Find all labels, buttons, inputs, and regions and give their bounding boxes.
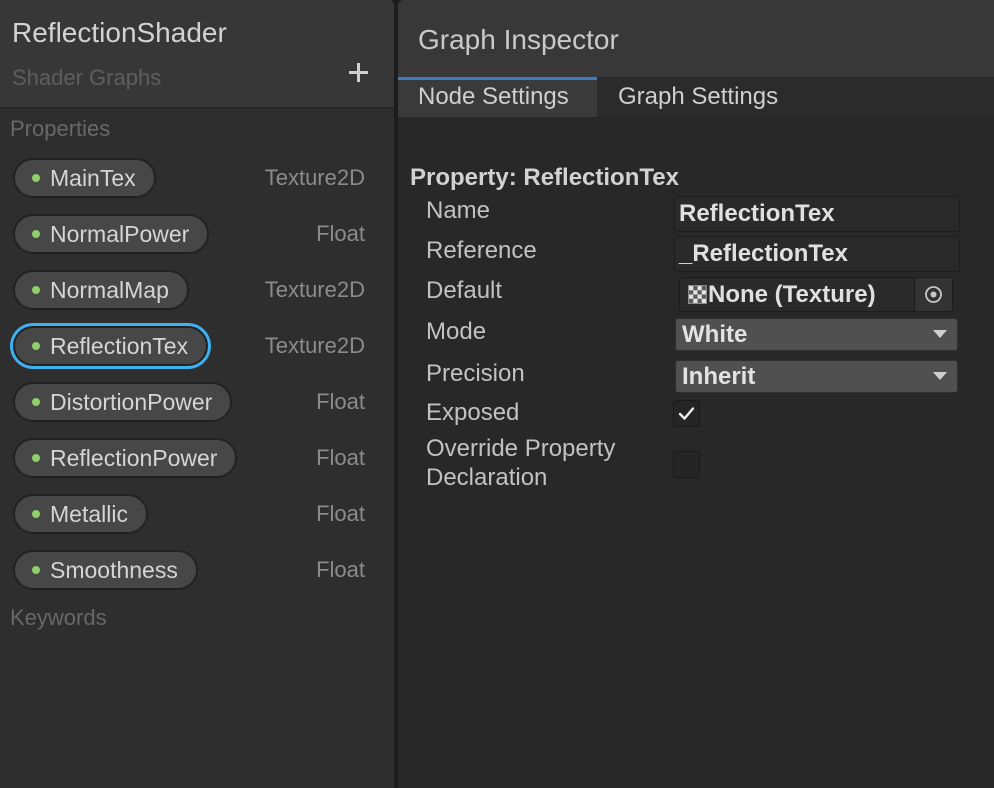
- property-name: Metallic: [50, 501, 128, 527]
- reference-field-value: _ReflectionTex: [679, 240, 848, 267]
- mode-dropdown-value: White: [682, 321, 748, 348]
- property-dot-icon: [32, 510, 40, 518]
- property-type: Texture2D: [264, 165, 365, 190]
- object-picker-icon: [925, 286, 942, 303]
- property-pill[interactable]: ReflectionPower: [13, 438, 238, 478]
- property-dot-icon: [32, 566, 40, 574]
- exposed-label: Exposed: [426, 399, 520, 426]
- property-dot-icon: [32, 286, 40, 294]
- property-row: Smoothness Float: [0, 542, 394, 598]
- property-pill[interactable]: MainTex: [13, 158, 156, 198]
- checkmark-icon: [678, 407, 695, 420]
- texture-checker-icon: [688, 285, 707, 304]
- property-dot-icon: [32, 174, 40, 182]
- property-dot-icon: [32, 230, 40, 238]
- properties-section-label[interactable]: Properties: [10, 115, 110, 143]
- property-pill[interactable]: DistortionPower: [13, 382, 233, 422]
- property-type: Float: [316, 501, 365, 526]
- object-picker-button[interactable]: [914, 278, 952, 311]
- property-dot-icon: [32, 398, 40, 406]
- graph-inspector-panel: Graph Inspector Node Settings Graph Sett…: [398, 0, 994, 788]
- property-heading: Property: ReflectionTex: [410, 164, 679, 191]
- add-property-button[interactable]: [346, 60, 371, 85]
- tab-graph-settings[interactable]: Graph Settings: [597, 77, 827, 117]
- graph-path-subtitle: Shader Graphs: [12, 65, 162, 90]
- property-row: MainTex Texture2D: [0, 150, 394, 206]
- triangle-down-icon: [933, 330, 947, 338]
- name-label: Name: [426, 197, 491, 224]
- property-type: Float: [316, 221, 365, 246]
- reference-field[interactable]: _ReflectionTex: [674, 236, 960, 272]
- property-type: Float: [316, 445, 365, 470]
- property-type: Float: [316, 389, 365, 414]
- reference-label: Reference: [426, 237, 537, 264]
- name-field-value: ReflectionTex: [679, 200, 835, 227]
- precision-dropdown-value: Inherit: [682, 363, 756, 390]
- property-type: Texture2D: [264, 333, 365, 358]
- blackboard-panel: ReflectionShader Shader Graphs Propertie…: [0, 0, 394, 788]
- property-name: DistortionPower: [50, 389, 213, 415]
- precision-label: Precision: [426, 360, 525, 387]
- blackboard-header: ReflectionShader Shader Graphs: [0, 0, 394, 109]
- property-pill[interactable]: Metallic: [13, 494, 148, 534]
- property-name: MainTex: [50, 165, 136, 191]
- keywords-section-label[interactable]: Keywords: [10, 604, 107, 632]
- property-dot-icon: [32, 342, 40, 350]
- property-row: ReflectionTex Texture2D: [0, 318, 394, 374]
- default-texture-field[interactable]: None (Texture): [679, 277, 953, 312]
- property-type: Float: [316, 557, 365, 582]
- property-row: NormalPower Float: [0, 206, 394, 262]
- triangle-down-icon: [933, 372, 947, 380]
- property-name: Smoothness: [50, 557, 178, 583]
- default-value-text: None (Texture): [708, 281, 876, 308]
- property-pill[interactable]: NormalMap: [13, 270, 189, 310]
- exposed-checkbox[interactable]: [673, 400, 700, 427]
- property-name: ReflectionTex: [50, 333, 189, 359]
- property-name: NormalMap: [50, 277, 169, 303]
- default-label: Default: [426, 277, 503, 304]
- mode-dropdown[interactable]: White: [675, 318, 958, 351]
- tab-node-settings[interactable]: Node Settings: [398, 77, 597, 117]
- property-pill[interactable]: Smoothness: [13, 550, 198, 590]
- property-type: Texture2D: [264, 277, 365, 302]
- property-name: NormalPower: [50, 221, 190, 247]
- mode-label: Mode: [426, 318, 487, 345]
- property-row: Metallic Float: [0, 486, 394, 542]
- property-pill[interactable]: ReflectionTex: [13, 326, 209, 366]
- override-declaration-checkbox[interactable]: [673, 451, 700, 478]
- property-dot-icon: [32, 454, 40, 462]
- plus-icon: [346, 60, 371, 85]
- override-declaration-label: Override Property Declaration: [426, 435, 616, 491]
- precision-dropdown[interactable]: Inherit: [675, 360, 958, 393]
- property-row: DistortionPower Float: [0, 374, 394, 430]
- inspector-tabs: Node Settings Graph Settings: [398, 77, 994, 117]
- property-list: MainTex Texture2D NormalPower Float Norm…: [0, 150, 394, 598]
- name-field[interactable]: ReflectionTex: [674, 196, 960, 232]
- graph-title: ReflectionShader: [12, 17, 227, 48]
- property-pill[interactable]: NormalPower: [13, 214, 210, 254]
- inspector-title: Graph Inspector: [418, 24, 619, 55]
- inspector-header: Graph Inspector: [398, 0, 994, 77]
- property-row: NormalMap Texture2D: [0, 262, 394, 318]
- property-row: ReflectionPower Float: [0, 430, 394, 486]
- property-name: ReflectionPower: [50, 445, 218, 471]
